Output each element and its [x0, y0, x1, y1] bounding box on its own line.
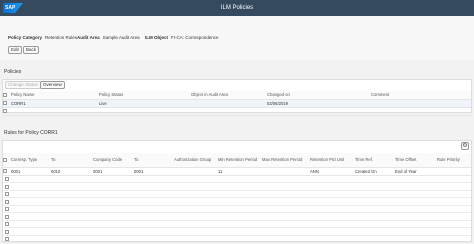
table-row[interactable]: CORR1 Live 02/06/2019 [3, 99, 471, 108]
rules-header-row: Corresp. Type To Company Code To Authori… [3, 153, 471, 168]
row-checkbox[interactable] [5, 177, 9, 181]
row-checkbox[interactable] [5, 184, 9, 189]
to-2-cell: 0001 [134, 167, 174, 176]
shell-bar: SAP ILM Policies [0, 0, 474, 16]
row-checkbox[interactable] [5, 222, 9, 226]
rules-section-title: Rules for Policy CORR1 [4, 130, 58, 136]
row-checkbox[interactable] [3, 101, 7, 106]
policies-header-row: Policy Name Policy Status Object in Audi… [3, 91, 471, 100]
col-time-ref[interactable]: Time Ref. [355, 153, 395, 168]
table-row[interactable]: 0001 0010 0001 0001 11 ANN Created On En… [3, 167, 471, 176]
empty-cell [11, 107, 99, 116]
change-status-button[interactable]: Change Status [5, 81, 41, 89]
row-checkbox[interactable] [5, 207, 9, 211]
select-all-cell[interactable] [3, 91, 11, 100]
row-checkbox[interactable] [5, 214, 9, 219]
col-comment[interactable]: Comment [371, 91, 471, 100]
col-company-code[interactable]: Company Code [93, 153, 134, 168]
col-max-retention[interactable]: Max Retention Period [262, 153, 310, 168]
row-checkbox[interactable] [5, 229, 9, 234]
row-checkbox[interactable] [5, 192, 9, 196]
col-min-retention[interactable]: Min Retention Period [218, 153, 262, 168]
empty-rule-row [3, 236, 471, 243]
row-select-cell[interactable] [3, 99, 11, 108]
empty-rule-row [3, 229, 471, 236]
empty-cell [3, 107, 11, 116]
empty-rule-row [3, 214, 471, 221]
rules-table: Corresp. Type To Company Code To Authori… [3, 153, 471, 176]
row-checkbox[interactable] [5, 237, 9, 241]
max-retention-cell [262, 167, 310, 176]
time-offset-cell: End of Year [395, 167, 437, 176]
policy-category-value: Retention Rules [45, 35, 78, 40]
policy-category-label: Policy Category [8, 35, 43, 40]
settings-gear-icon[interactable]: ⚙ [461, 142, 469, 150]
back-button[interactable]: Back [23, 46, 40, 54]
row-checkbox[interactable] [3, 169, 7, 174]
empty-cell [267, 107, 371, 116]
auth-group-cell [174, 167, 218, 176]
ilm-object-label: ILM Object [145, 35, 169, 40]
to-cell: 0010 [51, 167, 93, 176]
col-policy-status[interactable]: Policy Status [99, 91, 191, 100]
policies-table: Policy Name Policy Status Object in Audi… [3, 91, 471, 116]
empty-cell [99, 107, 191, 116]
overview-button[interactable]: Overview [40, 81, 65, 89]
object-cell [191, 99, 267, 108]
rule-priority-cell [437, 167, 471, 176]
audit-area-value: Sample Audit Area [102, 35, 140, 40]
empty-rule-row [3, 206, 471, 213]
col-corresp-type[interactable]: Corresp. Type [11, 153, 51, 168]
col-authorization-group[interactable]: Authorization Group [174, 153, 218, 168]
audit-area-label: Audit Area [77, 35, 100, 40]
app-title: ILM Policies [220, 5, 254, 11]
row-checkbox[interactable] [3, 109, 7, 114]
policy-status-cell: Live [99, 99, 191, 108]
empty-rule-row [3, 184, 471, 191]
min-retention-cell: 11 [218, 167, 262, 176]
empty-rule-row [3, 199, 471, 206]
select-all-checkbox[interactable] [3, 158, 7, 163]
row-checkbox[interactable] [5, 199, 9, 204]
policies-section-title: Policies [4, 69, 22, 75]
edit-button[interactable]: Edit [8, 46, 22, 54]
col-object-in-audit-area[interactable]: Object in Audit Area [191, 91, 267, 100]
col-changed-on[interactable]: Changed on [267, 91, 371, 100]
select-all-cell[interactable] [3, 153, 11, 168]
corresp-type-cell: 0001 [11, 167, 51, 176]
policy-name-cell: CORR1 [11, 99, 99, 108]
comment-cell [371, 99, 471, 108]
empty-rule-row [3, 191, 471, 198]
empty-cell [191, 107, 267, 116]
time-ref-cell: Created On [355, 167, 395, 176]
col-rule-priority[interactable]: Rule Priority [437, 153, 471, 168]
col-to-2[interactable]: To [134, 153, 174, 168]
select-all-checkbox[interactable] [3, 93, 7, 98]
table-row-empty [3, 107, 471, 116]
col-retention-unit[interactable]: Retention Prd Unit [310, 153, 355, 168]
changed-on-cell: 02/06/2019 [267, 99, 371, 108]
empty-rule-row [3, 221, 471, 228]
col-to[interactable]: To [51, 153, 93, 168]
empty-cell [371, 107, 471, 116]
row-select-cell[interactable] [3, 167, 11, 176]
retention-unit-cell: ANN [310, 167, 355, 176]
company-code-cell: 0001 [93, 167, 134, 176]
col-time-offset[interactable]: Time Offset [395, 153, 437, 168]
col-policy-name[interactable]: Policy Name [11, 91, 99, 100]
ilm-object-value: FI-CA: Correspondence [171, 35, 219, 40]
empty-rule-row [3, 176, 471, 183]
